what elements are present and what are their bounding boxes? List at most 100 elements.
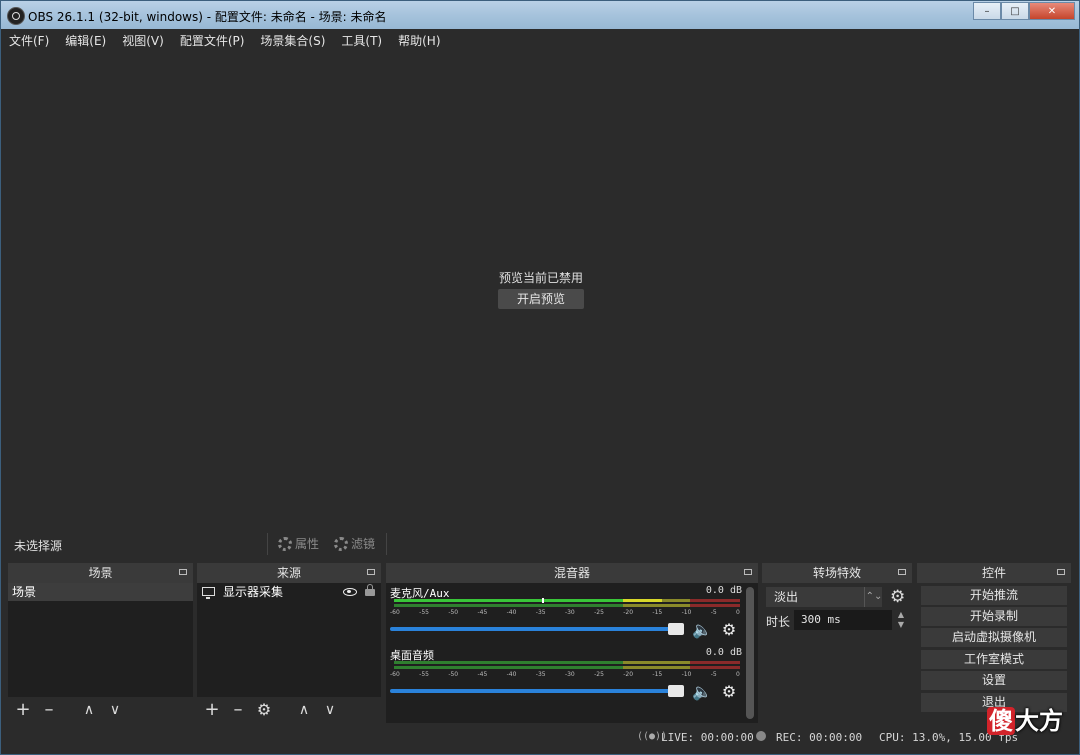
gear-icon[interactable]: ⚙	[890, 587, 905, 607]
speaker-icon[interactable]: 🔈	[692, 621, 712, 639]
list-item[interactable]: 场景	[8, 583, 193, 601]
scenes-dock: 场景 场景 + – ∧ ∨	[8, 563, 193, 723]
remove-icon[interactable]: –	[40, 700, 58, 720]
no-source-selected-label: 未选择源	[14, 539, 63, 553]
volume-meter	[394, 604, 740, 607]
controls-dock: 控件 开始推流 开始录制 启动虚拟摄像机 工作室模式 设置 退出	[917, 563, 1071, 723]
move-down-icon[interactable]: ∨	[106, 700, 124, 720]
filters-label: 滤镜	[351, 537, 376, 551]
duration-stepper[interactable]: ▲ ▼	[894, 610, 908, 630]
volume-meter	[394, 666, 740, 669]
undock-icon[interactable]	[1057, 569, 1065, 575]
move-up-icon[interactable]: ∧	[295, 700, 313, 720]
start-recording-button[interactable]: 开始录制	[921, 607, 1067, 626]
menu-tools[interactable]: 工具(T)	[333, 32, 390, 49]
start-virtual-camera-button[interactable]: 启动虚拟摄像机	[921, 628, 1067, 647]
add-icon[interactable]: +	[14, 700, 32, 720]
lock-icon[interactable]	[365, 584, 375, 596]
monitor-icon	[202, 587, 215, 599]
volume-meter	[394, 661, 740, 664]
mixer-dock: 混音器 麦克风/Aux 0.0 dB -60 -55 -50 -45 -40 -35 -30…	[386, 563, 758, 723]
menu-profile[interactable]: 配置文件(P)	[172, 32, 253, 49]
watermark-text: 大方	[1015, 707, 1063, 735]
watermark-char: 傻	[987, 707, 1015, 735]
gear-icon[interactable]: ⚙	[720, 621, 738, 639]
menu-scene-collection[interactable]: 场景集合(S)	[252, 32, 333, 49]
scenes-list: 场景 + – ∧ ∨	[8, 583, 193, 723]
duration-label: 时长	[766, 615, 791, 629]
menu-help[interactable]: 帮助(H)	[390, 32, 448, 49]
sources-toolbar: + – ⚙ ∧ ∨	[197, 697, 381, 723]
duration-input[interactable]: 300 ms	[794, 610, 892, 630]
obs-logo-icon	[7, 7, 25, 25]
scenes-title-label: 场景	[88, 566, 113, 580]
preview-area: 预览当前已禁用 开启预览	[8, 51, 1074, 531]
mixer-title-label: 混音器	[553, 566, 590, 580]
gear-icon[interactable]: ⚙	[720, 683, 738, 701]
meter-scale: -60 -55 -50 -45 -40 -35 -30 -25 -20 -15 -10 -5 0	[390, 609, 740, 616]
move-down-icon[interactable]: ∨	[321, 700, 339, 720]
close-button[interactable]: ✕	[1029, 2, 1075, 20]
properties-button[interactable]: 属性	[278, 535, 319, 552]
record-dot-icon	[756, 731, 766, 741]
scenes-dock-title: 场景	[8, 563, 193, 583]
add-icon[interactable]: +	[203, 700, 221, 720]
sources-title-label: 来源	[276, 566, 301, 580]
obs-window: OBS 26.1.1 (32-bit, windows) - 配置文件: 未命名…	[0, 0, 1080, 755]
filter-icon	[334, 536, 348, 551]
meter-scale: -60 -55 -50 -45 -40 -35 -30 -25 -20 -15 -10 -5 0	[390, 671, 740, 678]
eye-icon[interactable]	[343, 588, 357, 596]
menu-view[interactable]: 视图(V)	[114, 32, 172, 49]
broadcast-icon: ((●))	[637, 731, 668, 742]
title-bar[interactable]: OBS 26.1.1 (32-bit, windows) - 配置文件: 未命名…	[1, 1, 1079, 29]
live-status: LIVE: 00:00:00	[661, 731, 754, 744]
window-title: OBS 26.1.1 (32-bit, windows) - 配置文件: 未命名…	[28, 10, 387, 24]
minimize-button[interactable]: –	[973, 2, 1001, 20]
gear-icon	[278, 536, 292, 551]
volume-slider[interactable]	[390, 685, 684, 697]
menu-file[interactable]: 文件(F)	[1, 32, 57, 49]
chevron-updown-icon[interactable]: ⌃⌄	[864, 587, 883, 607]
move-up-icon[interactable]: ∧	[80, 700, 98, 720]
undock-icon[interactable]	[367, 569, 375, 575]
start-streaming-button[interactable]: 开始推流	[921, 586, 1067, 605]
gear-icon[interactable]: ⚙	[255, 700, 273, 720]
enable-preview-button[interactable]: 开启预览	[498, 289, 584, 309]
settings-button[interactable]: 设置	[921, 671, 1067, 690]
volume-meter	[394, 598, 740, 603]
channel-db: 0.0 dB	[705, 585, 742, 596]
window-controls: – □ ✕	[973, 2, 1075, 20]
rec-status: REC: 00:00:00	[776, 731, 863, 744]
slider-handle[interactable]	[668, 623, 684, 635]
scenes-toolbar: + – ∧ ∨	[8, 697, 193, 723]
undock-icon[interactable]	[744, 569, 752, 575]
transitions-body: 淡出 ⌃⌄ ⚙ 时长 300 ms ▲ ▼	[762, 583, 912, 723]
filters-button[interactable]: 滤镜	[334, 535, 375, 552]
controls-title-label: 控件	[981, 566, 1006, 580]
undock-icon[interactable]	[179, 569, 187, 575]
volume-slider[interactable]	[390, 623, 684, 635]
transitions-title-label: 转场特效	[812, 566, 861, 580]
menu-edit[interactable]: 编辑(E)	[57, 32, 114, 49]
sources-dock: 来源 显示器采集 + – ⚙ ∧ ∨	[197, 563, 381, 723]
watermark: 傻大方	[987, 701, 1063, 736]
remove-icon[interactable]: –	[229, 700, 247, 720]
list-item[interactable]: 显示器采集	[197, 583, 381, 601]
mixer-channel-desktop: 桌面音频 0.0 dB -60 -55 -50 -45 -40 -35 -30 -25 -20-…	[390, 645, 742, 705]
studio-mode-button[interactable]: 工作室模式	[921, 650, 1067, 669]
scrollbar[interactable]	[746, 587, 754, 719]
undock-icon[interactable]	[898, 569, 906, 575]
divider	[386, 533, 387, 555]
menu-bar: 文件(F) 编辑(E) 视图(V) 配置文件(P) 场景集合(S) 工具(T) …	[1, 29, 1079, 51]
speaker-icon[interactable]: 🔈	[692, 683, 712, 701]
status-bar: ((●)) LIVE: 00:00:00 REC: 00:00:00 CPU: …	[1, 727, 1079, 749]
mixer-body: 麦克风/Aux 0.0 dB -60 -55 -50 -45 -40 -35 -30 -25-…	[386, 583, 758, 723]
sources-dock-title: 来源	[197, 563, 381, 583]
source-name: 显示器采集	[223, 585, 284, 599]
mixer-dock-title: 混音器	[386, 563, 758, 583]
preview-disabled-message: 预览当前已禁用	[498, 271, 583, 285]
maximize-button[interactable]: □	[1001, 2, 1029, 20]
sources-list: 显示器采集 + – ⚙ ∧ ∨	[197, 583, 381, 723]
controls-dock-title: 控件	[917, 563, 1071, 583]
slider-handle[interactable]	[668, 685, 684, 697]
